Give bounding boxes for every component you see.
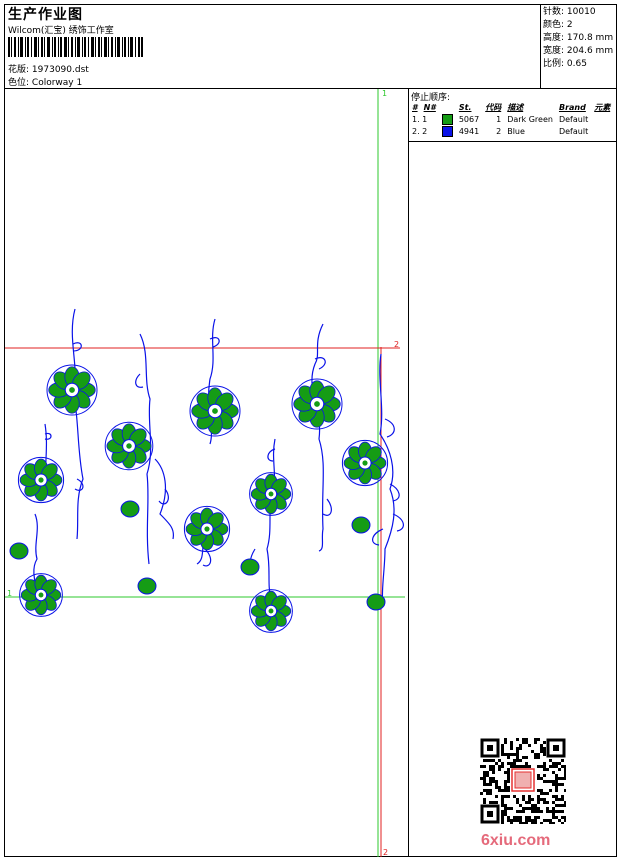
row-code: 4941 [458,126,480,136]
col-code: 代码 [485,102,502,112]
row-index: 2. 2 [412,126,428,136]
row-name: Blue [507,126,525,136]
colorway-line: 色位: Colorway 1 [8,75,82,88]
stop-table-header: # N# St. 代码 描述 Brand 元素 [409,101,613,113]
flower [341,439,389,487]
leaf [366,593,386,611]
stat-scale: 比例: 0.65 [543,59,587,69]
flower [249,589,293,633]
row-name: Dark Green [507,114,553,124]
flower [104,421,154,471]
guide-label-left: 1 [7,589,12,598]
table-row: 2. 2 4941 2 Blue Default [409,125,613,137]
leaf [137,577,157,595]
row-brand: Default [558,114,589,124]
row-swatch [439,125,456,137]
stat-height: 高度: 170.8 mm [543,33,614,43]
flower [17,456,65,504]
color-swatch [441,113,453,125]
flower [19,573,63,617]
row-stops: 2 [496,126,502,136]
row-brand: Default [558,126,589,136]
qr-code-image [480,738,566,824]
design-value: 1973090.dst [31,65,89,75]
row-stops: 1 [496,114,502,124]
table-row: 1. 1 5067 1 Dark Green Default [409,113,613,125]
design-file-line: 花版: 1973090.dst [8,62,89,75]
panel-divider [408,88,409,857]
flower [183,505,231,553]
guide-label-bottom: 2 [383,848,388,857]
flower [249,472,293,516]
col-swatch [439,101,456,113]
design-stats: 针数: 10010 颜色: 2 高度: 170.8 mm 宽度: 204.6 m… [543,6,613,71]
watermark-text: 6xiu.com [481,832,551,849]
design-label: 花版: [8,65,30,75]
col-hash: # [412,102,418,112]
col-number: N# [423,102,436,112]
guide-label-right: 2 [394,340,399,349]
col-element: 元素 [594,102,611,112]
leaf [9,542,29,560]
row-index: 1. 1 [412,114,428,124]
embroidery-design-canvas: 1 1 2 2 [5,89,405,857]
company-name: Wilcom(汇宝) 绣饰工作室 [8,26,114,36]
stat-colors: 颜色: 2 [543,20,573,30]
col-brand: Brand [558,102,586,112]
col-stops: St. [458,102,472,112]
flower-group [17,364,389,633]
flower [46,364,98,416]
col-desc: 描述 [507,102,524,112]
row-swatch [439,113,456,125]
leaf [240,558,260,576]
stat-width: 宽度: 204.6 mm [543,46,614,56]
barcode-image [8,37,143,57]
row-code: 5067 [458,114,480,124]
flower [189,385,241,437]
stop-table-bottom-rule [408,141,617,142]
colorway-value: Colorway 1 [31,78,83,88]
stop-sequence-table: # N# St. 代码 描述 Brand 元素 1. 1 5067 1 Dark… [409,101,613,137]
page-title: 生产作业图 [8,7,83,23]
leaf [120,500,140,518]
flower [291,378,343,430]
color-swatch [441,125,453,137]
leaf [351,516,371,534]
guide-label-top: 1 [382,89,387,98]
header-stats-divider [540,4,541,88]
colorway-label: 色位: [8,78,30,88]
stat-stitches: 针数: 10010 [543,7,596,17]
